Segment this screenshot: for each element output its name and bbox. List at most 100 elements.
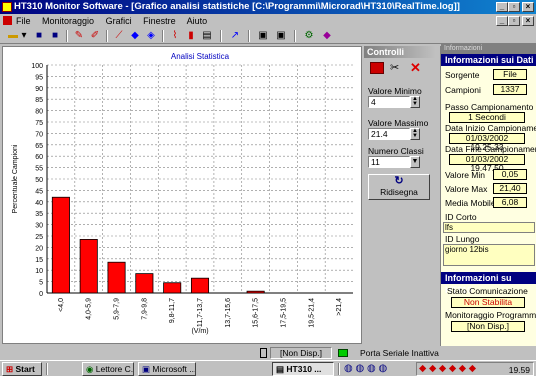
- app-icon-microsoft: ▣: [142, 364, 151, 374]
- bar-chart-icon[interactable]: ▮: [184, 30, 198, 42]
- menu-monitoraggio[interactable]: Monitoraggio: [42, 16, 94, 26]
- taskbar-item-lettore[interactable]: ◉ Lettore C...: [82, 362, 134, 376]
- y-tick-label: 90: [35, 86, 43, 93]
- save-icon[interactable]: ■: [32, 30, 46, 42]
- refresh-icon: ↻: [394, 175, 404, 187]
- chart-bar: [79, 239, 98, 294]
- controls-title-bar: Controlli: [364, 46, 436, 58]
- controls-panel: Controlli ✂ ✕ Valore Minimo 4 ▲ ▼ Valore …: [364, 46, 436, 344]
- chart-panel: Analisi Statistica 0 5 10 15 20 25 30 35 40 45 50 55…: [2, 46, 362, 344]
- print-icon[interactable]: ✂: [390, 62, 404, 74]
- save-chart-icon[interactable]: [370, 62, 384, 74]
- menu-file[interactable]: File: [16, 16, 31, 26]
- y-tick-label: 10: [35, 268, 43, 275]
- chart-bar: [135, 273, 154, 294]
- x-tick-label: 17,5-19,5: [280, 298, 287, 328]
- system-tray: ◆ ◆ ◆ ◆ ◆ ◆ 19.59: [416, 362, 534, 376]
- info-panel: Informazioni Informazioni sui Dati Sorge…: [440, 44, 536, 346]
- menu-grafici[interactable]: Grafici: [106, 16, 132, 26]
- vmax-value: 21,40: [493, 183, 527, 194]
- classes-dropdown-button[interactable]: ▼: [410, 156, 420, 168]
- classes-select[interactable]: 11: [368, 156, 410, 168]
- vmin-value: 0,05: [493, 169, 527, 180]
- x-tick-label: 7,9-9,8: [141, 298, 148, 320]
- child-maximize-button[interactable]: ▫: [508, 16, 520, 26]
- dropdown-arrow-icon[interactable]: ▾: [20, 30, 28, 42]
- app-title-bar: HT310 Monitor Software - [Grafico analis…: [0, 0, 536, 14]
- tool-icon[interactable]: ✎: [72, 30, 86, 42]
- redraw-button[interactable]: ↻ Ridisegna: [368, 174, 430, 200]
- ht310-info-header: Informazioni su HT310: [441, 272, 536, 295]
- maximize-button[interactable]: ▫: [508, 2, 520, 12]
- y-tick-label: 75: [35, 120, 43, 127]
- probe-icon[interactable]: ↗: [228, 30, 242, 42]
- y-tick-label: 35: [35, 211, 43, 218]
- close-x-icon[interactable]: ✕: [410, 60, 421, 76]
- open-folder-icon[interactable]: ▬: [6, 30, 20, 42]
- passo-label: Passo Campionamento: [445, 102, 534, 112]
- app-icon: [2, 2, 12, 12]
- y-tick-label: 20: [35, 245, 43, 252]
- y-tick-label: 25: [35, 234, 43, 241]
- y-tick-label: 50: [35, 177, 43, 184]
- x-tick-label: 4,0-5,9: [86, 298, 93, 320]
- quicklaunch-icons[interactable]: ◍ ◍ ◍ ◍: [344, 363, 387, 374]
- start-button[interactable]: ⊞ Start: [2, 362, 42, 376]
- close-button[interactable]: ×: [522, 2, 534, 12]
- chart-bar: [107, 261, 126, 294]
- fine-value: 01/03/2002 19.47.50: [449, 154, 525, 173]
- help-icon[interactable]: ◆: [320, 30, 334, 42]
- media-value: 6,08: [493, 197, 527, 208]
- monitor-label: Monitoraggio Programmato: [445, 310, 536, 320]
- minimize-button[interactable]: _: [496, 2, 508, 12]
- child-close-button[interactable]: ×: [522, 16, 534, 26]
- y-tick-label: 60: [35, 154, 43, 161]
- y-tick-label: 95: [35, 74, 43, 81]
- save-as-icon[interactable]: ■: [48, 30, 62, 42]
- min-value-spinner[interactable]: ▲ ▼: [410, 96, 420, 108]
- tray-icons[interactable]: ◆ ◆ ◆ ◆ ◆ ◆: [419, 363, 476, 374]
- chart-bar: [190, 277, 210, 294]
- chart-select-icon[interactable]: ◆: [128, 30, 142, 42]
- child-minimize-button[interactable]: _: [496, 16, 508, 26]
- status-bar: [Non Disp.] Porta Seriale Inattiva: [0, 346, 440, 360]
- line-chart-icon[interactable]: ⌇: [168, 30, 182, 42]
- menu-finestre[interactable]: Finestre: [143, 16, 176, 26]
- x-tick-label: <4,0: [58, 298, 65, 312]
- media-label: Media Mobile: [445, 198, 496, 208]
- menu-aiuto[interactable]: Aiuto: [187, 16, 208, 26]
- document-icon: [3, 16, 12, 25]
- y-tick-label: 45: [35, 188, 43, 195]
- window-cascade-icon[interactable]: ▣: [274, 30, 288, 42]
- window-tile-icon[interactable]: ▣: [256, 30, 270, 42]
- y-tick-label: 5: [39, 280, 43, 287]
- serial-port-led-icon: [338, 349, 348, 357]
- taskbar: ⊞ Start ◉ Lettore C... ▣ Microsoft ... ▤…: [0, 360, 536, 376]
- id-lungo-value: giorno 12bis: [443, 244, 535, 266]
- menu-bar: File Monitoraggio Grafici Finestre Aiuto…: [0, 14, 536, 28]
- window-title: HT310 Monitor Software - [Grafico analis…: [14, 1, 460, 12]
- x-tick-label: 5,9-7,9: [114, 298, 121, 320]
- monitor-value: [Non Disp.]: [451, 321, 525, 332]
- stato-label: Stato Comunicazione: [447, 286, 528, 296]
- fine-label: Data Fine Campionamento: [445, 144, 536, 154]
- max-value-input[interactable]: 21.4: [368, 128, 410, 140]
- app-icon-ht310: ▤: [276, 364, 285, 374]
- id-corto-value: lfs: [443, 222, 535, 233]
- pencil-icon[interactable]: ✐: [88, 30, 102, 42]
- chart-export-icon[interactable]: ◈: [144, 30, 158, 42]
- taskbar-item-ht310[interactable]: ▤ HT310 ...: [272, 362, 334, 376]
- max-value-spinner[interactable]: ▲ ▼: [410, 128, 420, 140]
- trend-chart-icon[interactable]: ⟋: [112, 30, 126, 42]
- id-lungo-label: ID Lungo: [445, 234, 480, 244]
- id-corto-label: ID Corto: [445, 212, 477, 222]
- y-tick-label: 80: [35, 109, 43, 116]
- taskbar-item-microsoft[interactable]: ▣ Microsoft ...: [138, 362, 196, 376]
- sorgente-value: File: [493, 69, 527, 80]
- min-value-input[interactable]: 4: [368, 96, 410, 108]
- settings-icon[interactable]: ⚙: [302, 30, 316, 42]
- x-tick-label: 19,5-21,4: [308, 298, 315, 328]
- table-icon[interactable]: ▤: [200, 30, 214, 42]
- vmin-label: Valore Min: [445, 170, 485, 180]
- y-tick-label: 40: [35, 200, 43, 207]
